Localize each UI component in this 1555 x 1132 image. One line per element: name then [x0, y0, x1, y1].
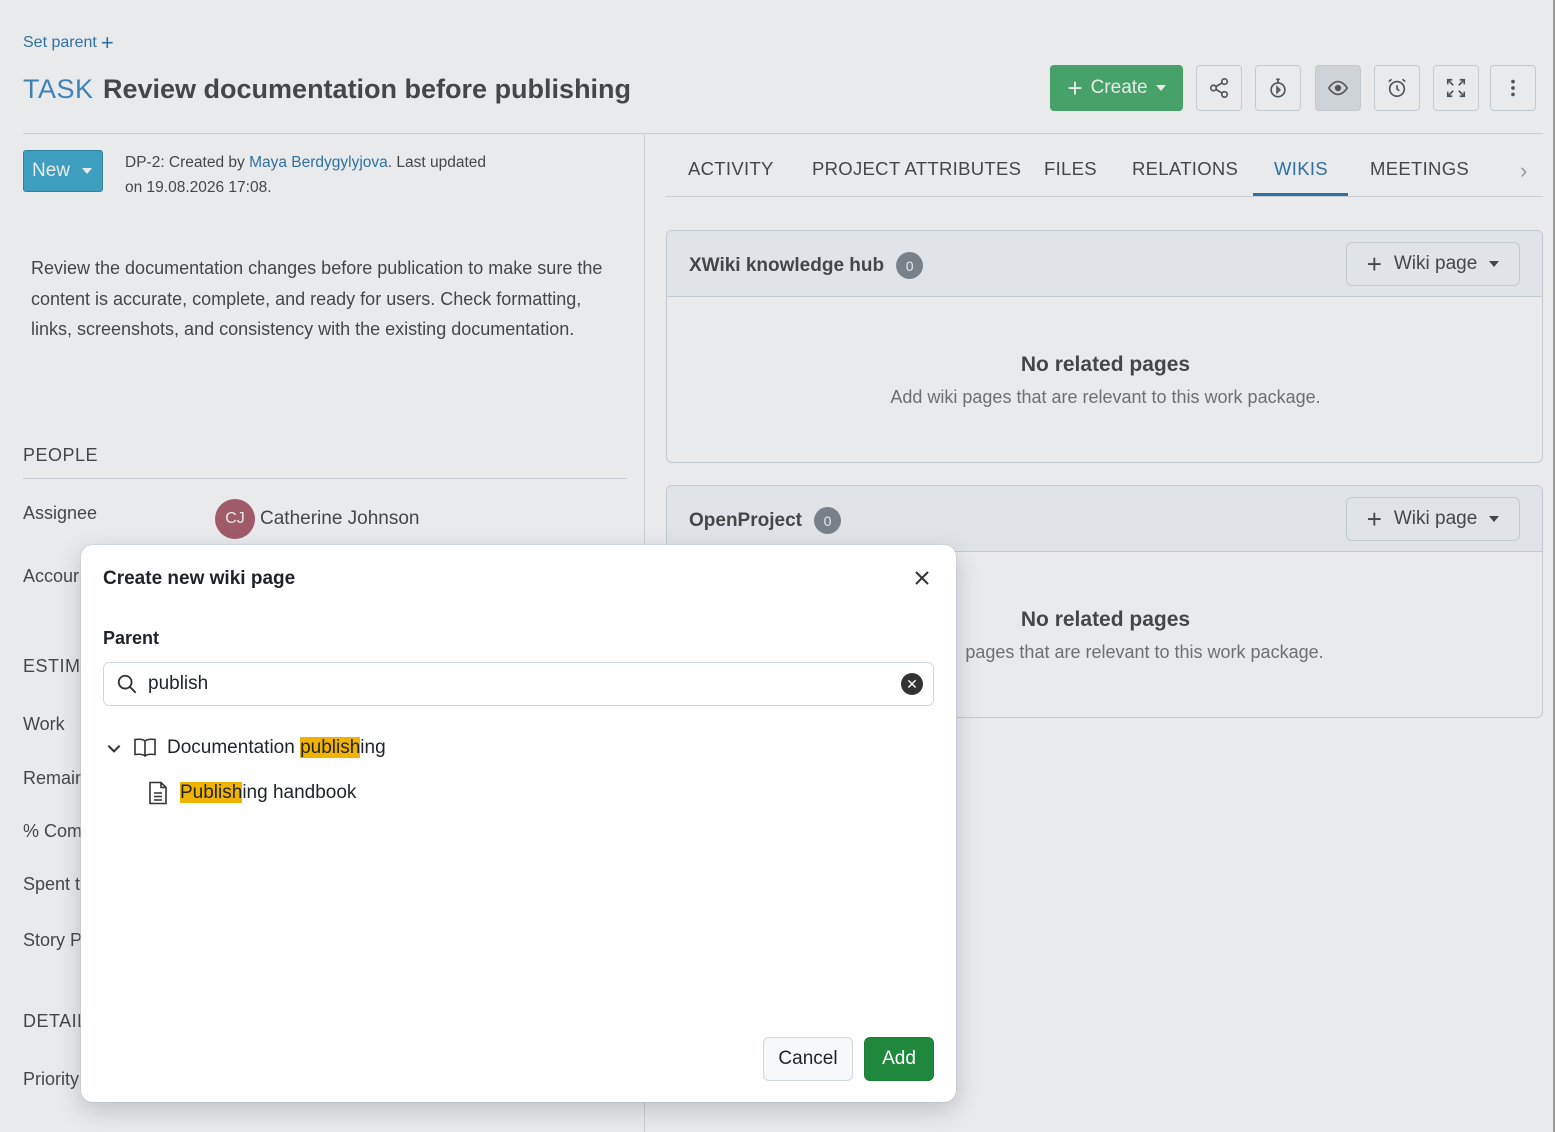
parent-label: Parent: [103, 628, 160, 648]
clear-search-button[interactable]: ✕: [901, 673, 923, 695]
chevron-down-icon[interactable]: [105, 739, 123, 757]
close-icon: ✕: [906, 676, 918, 692]
tree-item-label: Documentation publishing: [167, 737, 386, 758]
search-icon: [117, 674, 137, 694]
tree-item-label: Publishing handbook: [180, 782, 357, 803]
tree-item-publishing-handbook[interactable]: Publishing handbook: [148, 781, 356, 805]
search-highlight: publish: [300, 737, 361, 758]
tree-item-documentation-publishing[interactable]: Documentation publishing: [105, 737, 386, 759]
search-input[interactable]: [148, 665, 888, 703]
create-wiki-page-dialog: Create new wiki page Parent ✕ Documentat…: [81, 545, 956, 1102]
close-button[interactable]: [907, 563, 937, 593]
add-button[interactable]: Add: [864, 1037, 934, 1081]
document-icon: [149, 781, 167, 805]
parent-search-field[interactable]: ✕: [103, 662, 934, 706]
dialog-title: Create new wiki page: [103, 568, 296, 589]
book-icon: [134, 738, 156, 758]
search-highlight: Publish: [180, 782, 243, 803]
cancel-button[interactable]: Cancel: [763, 1037, 853, 1081]
work-package-page: Set parent + TASK Review documentation b…: [0, 0, 1555, 1132]
close-icon: [915, 571, 929, 585]
